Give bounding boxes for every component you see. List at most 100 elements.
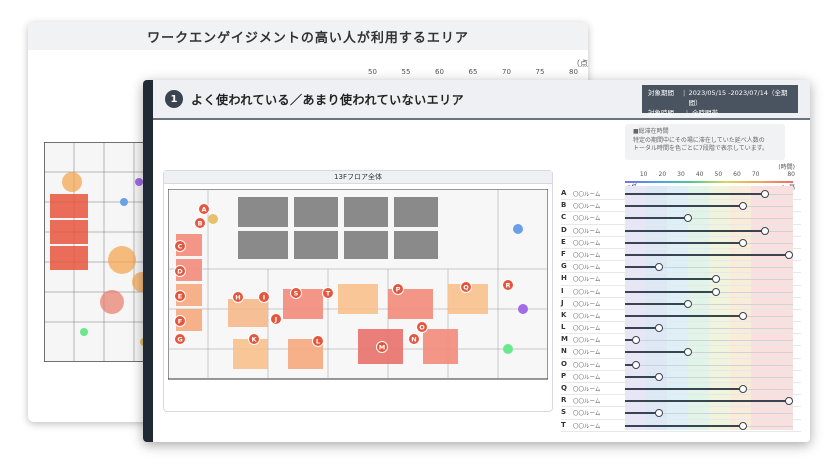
map-marker-k[interactable]: K <box>248 333 260 345</box>
row-letter: C <box>561 213 567 222</box>
map-marker-o[interactable]: O <box>416 321 428 333</box>
chart-row[interactable]: H 〇〇ルーム <box>561 273 801 286</box>
row-value-knob[interactable] <box>684 299 693 308</box>
chart-tick: 70 <box>751 171 760 178</box>
row-value-knob[interactable] <box>738 311 747 320</box>
row-value-knob[interactable] <box>684 214 693 223</box>
chart-row[interactable]: G 〇〇ルーム <box>561 261 801 274</box>
row-value-knob[interactable] <box>654 324 663 333</box>
map-marker-h[interactable]: H <box>232 291 244 303</box>
row-track <box>625 340 793 342</box>
row-value-knob[interactable] <box>632 336 641 345</box>
row-value-knob[interactable] <box>738 385 747 393</box>
chart-row[interactable]: A 〇〇ルーム <box>561 188 801 201</box>
map-marker-b[interactable]: B <box>194 217 206 229</box>
back-tick: 80 <box>569 68 578 76</box>
row-room-name: 〇〇ルーム <box>573 326 601 333</box>
row-value-knob[interactable] <box>738 421 747 430</box>
chart-row[interactable]: C 〇〇ルーム <box>561 212 801 225</box>
row-value-knob[interactable] <box>785 250 794 259</box>
row-value-knob[interactable] <box>738 202 747 211</box>
row-room-name: 〇〇ルーム <box>573 387 601 393</box>
chart-row[interactable]: T 〇〇ルーム <box>561 420 801 432</box>
note-line-2: トータル時間を色ごとに7段階で表示しています。 <box>633 145 769 152</box>
row-value-knob[interactable] <box>761 190 769 198</box>
chart-row[interactable]: S 〇〇ルーム <box>561 407 801 420</box>
row-value-bar <box>625 193 765 195</box>
chart-row[interactable]: D 〇〇ルーム <box>561 225 801 237</box>
row-value-bar <box>625 253 790 256</box>
map-marker-label: M <box>379 344 385 352</box>
row-value-bar <box>625 351 689 354</box>
chart-row[interactable]: L 〇〇ルーム <box>561 322 801 335</box>
map-marker-label: E <box>178 293 182 301</box>
chart-row[interactable]: I 〇〇ルーム <box>561 286 801 298</box>
map-marker-d[interactable]: D <box>174 265 186 277</box>
map-marker-q[interactable]: Q <box>460 281 472 293</box>
row-value-bar <box>625 241 743 244</box>
chart-row[interactable]: O 〇〇ルーム <box>561 359 801 371</box>
row-value-bar <box>625 327 659 330</box>
map-marker-n[interactable]: N <box>408 333 420 345</box>
map-marker-e[interactable]: E <box>174 290 186 302</box>
period-separator: | <box>682 89 686 97</box>
row-letter: B <box>561 201 567 210</box>
row-value-knob[interactable] <box>654 409 663 418</box>
row-value-knob[interactable] <box>712 275 721 284</box>
chart-row[interactable]: J 〇〇ルーム <box>561 298 801 310</box>
chart-row[interactable]: Q 〇〇ルーム <box>561 383 801 396</box>
map-marker-s[interactable]: S <box>290 287 302 299</box>
row-value-bar <box>625 205 743 208</box>
chart-row[interactable]: N 〇〇ルーム <box>561 346 801 359</box>
chart-row[interactable]: E 〇〇ルーム <box>561 237 801 249</box>
row-value-bar <box>625 400 790 403</box>
row-letter: M <box>561 335 568 344</box>
back-tick: 50 <box>368 68 377 76</box>
row-value-knob[interactable] <box>684 348 693 357</box>
chart-row[interactable]: B 〇〇ルーム <box>561 200 801 213</box>
row-letter: G <box>561 262 567 271</box>
map-marker-r[interactable]: R <box>502 279 514 291</box>
row-room-name: 〇〇ルーム <box>573 350 601 357</box>
chart-row[interactable]: R 〇〇ルーム <box>561 395 801 408</box>
map-marker-a[interactable]: A <box>198 203 210 215</box>
map-marker-label: B <box>198 220 203 228</box>
row-value-knob[interactable] <box>738 238 747 247</box>
row-room-name: 〇〇ルーム <box>573 204 601 211</box>
row-value-knob[interactable] <box>785 397 794 406</box>
row-value-knob[interactable] <box>654 263 663 272</box>
row-room-name: 〇〇ルーム <box>573 228 601 235</box>
chart-unit-label: (時間) <box>778 164 795 171</box>
row-value-knob[interactable] <box>654 372 663 381</box>
row-letter: F <box>561 249 566 258</box>
chart-row[interactable]: F 〇〇ルーム <box>561 249 801 262</box>
floor-map[interactable]: AB C D E F G H I J K L M NO P Q R S T <box>168 189 548 407</box>
map-marker-label: A <box>201 206 206 214</box>
map-marker-m[interactable]: M <box>376 341 388 353</box>
row-letter: K <box>561 310 567 319</box>
map-marker-t[interactable]: T <box>322 287 334 299</box>
row-room-name: 〇〇ルーム <box>573 289 601 296</box>
map-marker-i[interactable]: I <box>258 291 270 303</box>
map-marker-f[interactable]: F <box>174 315 186 327</box>
chart-row[interactable]: K 〇〇ルーム <box>561 310 801 323</box>
chart-row[interactable]: M 〇〇ルーム <box>561 334 801 347</box>
row-value-bar <box>625 217 689 220</box>
row-value-knob[interactable] <box>712 287 721 296</box>
row-value-knob[interactable] <box>761 226 769 235</box>
row-letter: T <box>561 420 566 429</box>
back-tick: 55 <box>401 68 411 76</box>
map-marker-l[interactable]: L <box>312 335 324 347</box>
map-marker-label: H <box>235 294 240 302</box>
map-marker-label: D <box>177 268 183 276</box>
row-room-name: 〇〇ルーム <box>573 362 601 369</box>
map-marker-p[interactable]: P <box>392 283 404 295</box>
row-track <box>625 364 793 366</box>
chart-row[interactable]: P 〇〇ルーム <box>561 371 801 383</box>
map-marker-g[interactable]: G <box>174 333 186 345</box>
map-marker-j[interactable]: J <box>270 313 282 325</box>
map-marker-c[interactable]: C <box>174 240 186 252</box>
row-letter: O <box>561 359 567 368</box>
note-title: ■総滞在時間 <box>633 128 669 135</box>
row-value-knob[interactable] <box>632 360 641 369</box>
